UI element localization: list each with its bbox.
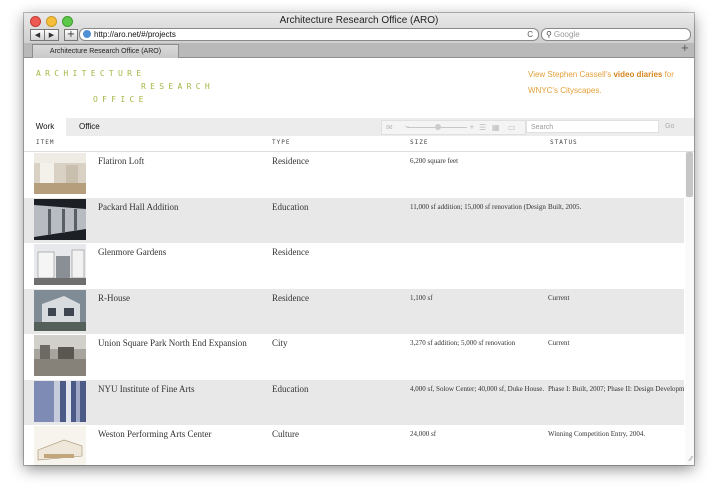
- header-type[interactable]: TYPE: [272, 139, 290, 146]
- forward-button[interactable]: ▶: [45, 29, 59, 41]
- project-name[interactable]: Glenmore Gardens: [98, 247, 273, 257]
- table-row[interactable]: Union Square Park North End Expansion Ci…: [24, 334, 684, 380]
- project-thumbnail[interactable]: [34, 335, 86, 376]
- project-status: Current: [548, 339, 570, 347]
- page-content: ARCHITECTURE RESEARCH OFFICE View Stephe…: [24, 58, 694, 465]
- project-size: 4,000 sf, Solow Center; 40,000 sf, Duke …: [410, 384, 545, 393]
- resize-grip-icon[interactable]: ⁄⁄: [690, 455, 692, 463]
- project-name[interactable]: Union Square Park North End Expansion: [98, 338, 273, 348]
- project-size: 6,200 square feet: [410, 157, 459, 165]
- project-type: Education: [272, 201, 309, 212]
- history-buttons: ◀ ▶: [30, 29, 59, 41]
- view-tools: ✉ − + ☰ ▦ ▭: [381, 120, 526, 135]
- add-bookmark-button[interactable]: +: [64, 29, 78, 41]
- scrollbar-thumb[interactable]: [686, 152, 693, 197]
- globe-icon: [83, 30, 91, 38]
- promo-text-1: View Stephen Cassell's: [528, 70, 614, 79]
- project-size: 1,100 sf: [410, 293, 433, 302]
- go-button[interactable]: Go: [665, 120, 674, 133]
- header-status[interactable]: STATUS: [550, 139, 578, 146]
- project-name[interactable]: NYU Institute of Fine Arts: [98, 384, 273, 394]
- scrollbar[interactable]: [685, 152, 694, 465]
- slider-minus-icon[interactable]: −: [404, 121, 410, 134]
- project-status: Winning Competition Entry, 2004.: [548, 430, 646, 438]
- project-type: City: [272, 338, 288, 348]
- table-row[interactable]: Weston Performing Arts Center Culture 24…: [24, 425, 684, 465]
- project-size: 11,000 sf addition; 15,000 sf renovation…: [410, 202, 547, 211]
- promo-line-2: WNYC's Cityscapes.: [528, 86, 602, 95]
- magnifier-icon: ⚲: [546, 30, 552, 39]
- google-search-placeholder: Google: [553, 30, 580, 39]
- table-row[interactable]: R-House Residence 1,100 sf Current: [24, 288, 684, 334]
- tab-work[interactable]: Work: [24, 118, 66, 136]
- slider-handle[interactable]: [435, 124, 441, 130]
- section-nav: Work Office ✉ − + ☰ ▦ ▭ Search Go: [24, 118, 694, 136]
- header-item[interactable]: ITEM: [36, 139, 54, 146]
- list-icon[interactable]: ☰: [479, 121, 486, 134]
- address-bar[interactable]: http://aro.net/#/projects C: [79, 28, 539, 41]
- google-search-field[interactable]: ⚲ Google: [541, 28, 691, 41]
- reload-icon[interactable]: C: [527, 29, 533, 40]
- project-type: Residence: [272, 156, 309, 166]
- project-size: 3,270 sf addition; 5,000 sf renovation: [410, 339, 516, 347]
- video-icon[interactable]: ▭: [508, 121, 516, 134]
- table-row[interactable]: Packard Hall Addition Education 11,000 s…: [24, 197, 684, 243]
- slider-plus-icon[interactable]: +: [469, 121, 475, 134]
- project-type: Residence: [272, 247, 309, 257]
- project-type: Residence: [272, 292, 309, 303]
- new-tab-button[interactable]: +: [681, 43, 689, 54]
- grid-icon[interactable]: ▦: [492, 121, 500, 134]
- site-search-input[interactable]: Search: [526, 120, 659, 133]
- project-type: Culture: [272, 429, 299, 439]
- tab-bar: Architecture Research Office (ARO) +: [24, 43, 694, 58]
- header-size[interactable]: SIZE: [410, 139, 428, 146]
- project-thumbnail[interactable]: [34, 289, 86, 331]
- project-thumbnail[interactable]: [34, 380, 86, 422]
- project-thumbnail[interactable]: [34, 153, 86, 194]
- table-row[interactable]: Glenmore Gardens Residence: [24, 243, 684, 289]
- project-name[interactable]: R-House: [98, 293, 273, 303]
- logo-line-2: RESEARCH: [141, 82, 214, 91]
- project-name[interactable]: Weston Performing Arts Center: [98, 429, 273, 439]
- browser-window: Architecture Research Office (ARO) ◀ ▶ +…: [24, 13, 694, 465]
- project-status: Current: [548, 293, 570, 302]
- project-status: Phase I: Built, 2007; Phase II: Design D…: [548, 384, 684, 393]
- mail-icon[interactable]: ✉: [386, 121, 393, 134]
- project-status: Built, 2005.: [548, 202, 582, 211]
- logo-line-1: ARCHITECTURE: [36, 69, 146, 78]
- table-row[interactable]: NYU Institute of Fine Arts Education 4,0…: [24, 379, 684, 425]
- project-name[interactable]: Flatiron Loft: [98, 156, 273, 166]
- promo-text-2: for: [662, 70, 674, 79]
- titlebar: Architecture Research Office (ARO) ◀ ▶ +…: [24, 13, 694, 58]
- project-type: Education: [272, 383, 309, 394]
- url-text: http://aro.net/#/projects: [94, 30, 176, 39]
- project-thumbnail[interactable]: [34, 244, 86, 285]
- table-header: ITEM TYPE SIZE STATUS: [24, 136, 694, 152]
- project-name[interactable]: Packard Hall Addition: [98, 202, 273, 212]
- table-row[interactable]: Flatiron Loft Residence 6,200 square fee…: [24, 152, 684, 198]
- project-size: 24,000 sf: [410, 430, 437, 438]
- back-button[interactable]: ◀: [30, 29, 45, 41]
- projects-list: Flatiron Loft Residence 6,200 square fee…: [24, 152, 684, 465]
- project-thumbnail[interactable]: [34, 426, 86, 465]
- tab-aro[interactable]: Architecture Research Office (ARO): [32, 44, 179, 58]
- aro-logo[interactable]: ARCHITECTURE RESEARCH OFFICE: [36, 67, 214, 106]
- project-thumbnail[interactable]: [34, 198, 86, 240]
- promo-text: View Stephen Cassell's video diaries for…: [528, 67, 688, 99]
- tab-office[interactable]: Office: [79, 118, 100, 136]
- window-title: Architecture Research Office (ARO): [279, 15, 439, 26]
- logo-line-3: OFFICE: [93, 95, 148, 104]
- video-diaries-link[interactable]: video diaries: [613, 70, 662, 79]
